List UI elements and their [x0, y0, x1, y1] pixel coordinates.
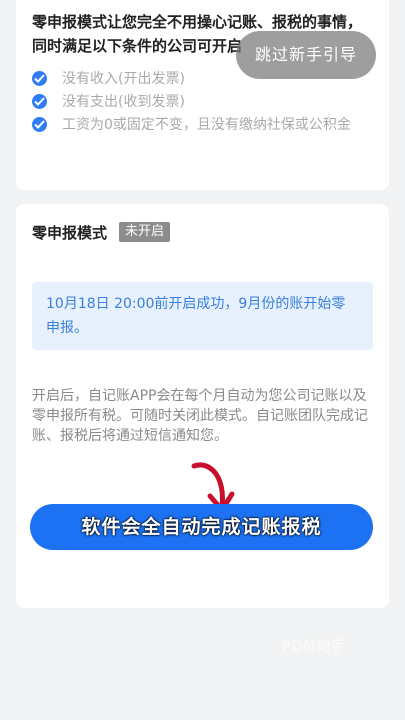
- condition-text: 没有支出(收到发票): [62, 94, 185, 110]
- watermark: PDM助手: [282, 639, 347, 655]
- check-icon: [32, 71, 47, 86]
- condition-item: 没有支出(收到发票): [32, 91, 373, 113]
- conditions-card: 零申报模式让您完全不用操心记账、报税的事情，同时满足以下条件的公司可开启 没有收…: [16, 0, 389, 190]
- condition-item: 工资为0或固定不变，且没有缴纳社保或公积金: [32, 114, 373, 136]
- condition-text: 没有收入(开出发票): [62, 71, 185, 87]
- condition-text: 工资为0或固定不变，且没有缴纳社保或公积金: [62, 117, 351, 133]
- enable-zero-filing-button[interactable]: 软件会全自动完成记账报税: [30, 504, 373, 550]
- skip-guide-button[interactable]: 跳过新手引导: [236, 31, 376, 79]
- deadline-notice: 10月18日 20:00前开启成功，9月份的账开始零申报。: [32, 282, 373, 350]
- mode-description: 开启后，自记账APP会在每个月自动为您公司记账以及零申报所有税。可随时关闭此模式…: [32, 388, 368, 444]
- mode-header: 零申报模式 未开启: [32, 220, 373, 244]
- zero-filing-card: 零申报模式 未开启 10月18日 20:00前开启成功，9月份的账开始零申报。 …: [16, 204, 389, 608]
- mode-title: 零申报模式: [32, 223, 108, 242]
- check-icon: [32, 94, 47, 109]
- status-badge: 未开启: [119, 222, 171, 242]
- check-icon: [32, 117, 47, 132]
